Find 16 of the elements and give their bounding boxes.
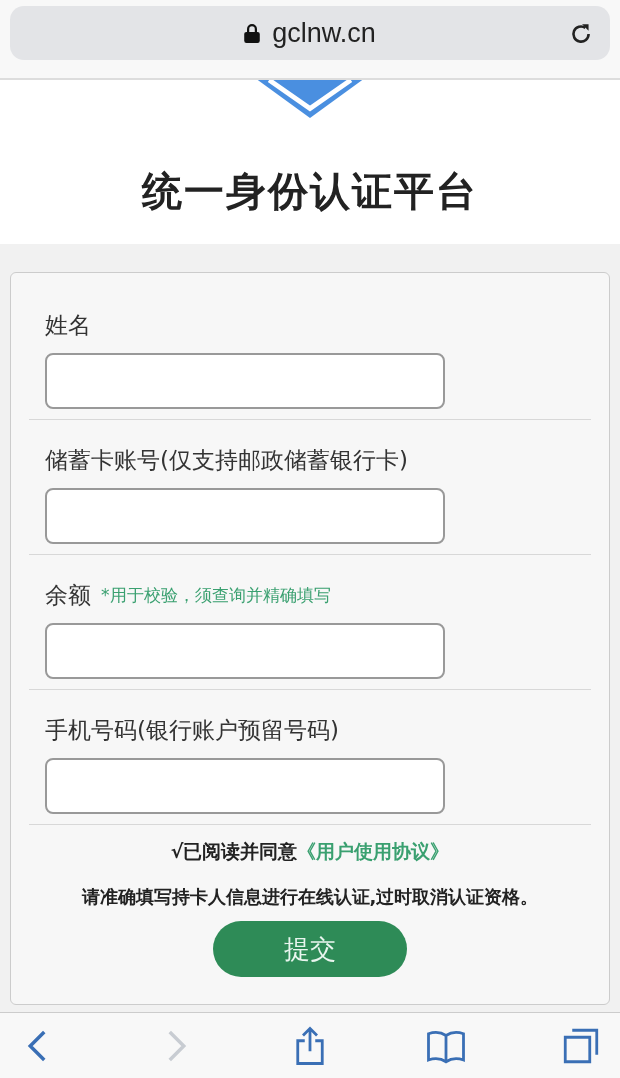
input-field[interactable] — [45, 488, 445, 544]
field-label: 储蓄卡账号(仅支持邮政储蓄银行卡) — [45, 445, 408, 475]
submit-button[interactable]: 提交 — [213, 921, 407, 977]
input-field[interactable] — [45, 758, 445, 814]
page-title: 统一身份认证平台 — [142, 167, 478, 216]
address-bar[interactable]: gclnw.cn — [10, 6, 610, 60]
notice-text: 请准确填写持卡人信息进行在线认证,过时取消认证资格。 — [80, 885, 540, 909]
agreement-link[interactable]: 《用户使用协议》 — [297, 840, 450, 862]
field-hint: *用于校验，须查询并精确填写 — [101, 583, 331, 607]
field-label: 手机号码(银行账户预留号码) — [45, 715, 339, 745]
field-label: 姓名 — [45, 310, 91, 340]
agreement-text: √已阅读并同意 — [170, 840, 298, 862]
field-label: 余额 — [45, 580, 91, 610]
input-field[interactable] — [45, 353, 445, 409]
url-text: gclnw.cn — [272, 17, 376, 49]
input-field[interactable] — [45, 623, 445, 679]
